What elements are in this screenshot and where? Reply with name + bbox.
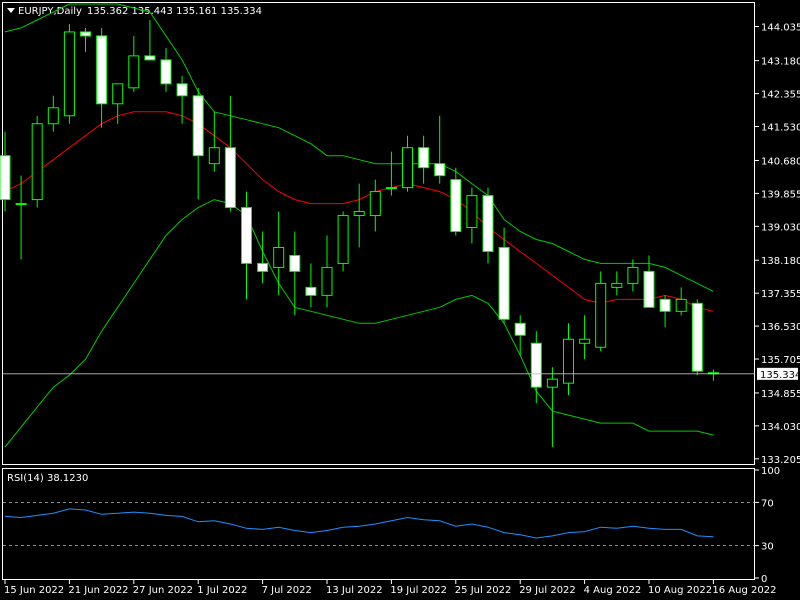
candle-body <box>176 83 188 97</box>
candles <box>0 19 719 448</box>
time-tick-label: 25 Jul 2022 <box>455 585 512 596</box>
candle-body <box>514 322 526 336</box>
price-tick-label: 134.030 <box>761 422 800 433</box>
candle-body <box>144 55 156 61</box>
time-tick-label: 21 Jun 2022 <box>68 585 128 596</box>
price-tick-label: 133.205 <box>761 455 800 466</box>
candle-body <box>434 163 446 177</box>
band-upper-line <box>4 3 714 292</box>
candle-body <box>498 246 510 320</box>
price-tick-label: 134.855 <box>761 389 800 400</box>
candle-body <box>31 123 43 201</box>
price-tick-label: 136.530 <box>761 322 800 333</box>
candle-body <box>482 195 494 252</box>
symbol-dropdown-icon[interactable] <box>7 8 15 13</box>
price-tick-label: 142.355 <box>761 90 800 101</box>
candle-body <box>257 262 269 272</box>
time-tick-label: 13 Jul 2022 <box>326 585 383 596</box>
time-tick-label: 16 Aug 2022 <box>712 585 776 596</box>
candle-body <box>0 155 11 201</box>
candle-body <box>241 207 252 264</box>
price-axis: 144.035 143.180 142.355 141.530 140.680 139.8… <box>755 23 800 466</box>
rsi-tick-label: 70 <box>761 498 774 509</box>
price-tick-label: 141.530 <box>761 123 800 134</box>
candle-body <box>643 270 655 308</box>
price-label: 135.334 <box>760 370 800 381</box>
time-axis: 15 Jun 2022 21 Jun 2022 27 Jun 2022 1 Jul 2… <box>4 580 776 596</box>
rsi-tick-label: 30 <box>761 542 774 553</box>
candle-body <box>659 298 671 312</box>
rsi-indicator: 100 70 30 0 <box>3 466 780 585</box>
rsi-tick-label: 0 <box>761 574 767 585</box>
candle-body <box>112 83 124 105</box>
candle-body <box>289 254 301 272</box>
candle-body <box>450 179 462 233</box>
price-tick-label: 139.030 <box>761 222 800 233</box>
rsi-label: RSI(14) 38.1230 <box>7 473 88 484</box>
candle-body <box>627 266 639 284</box>
candle-body <box>385 187 397 190</box>
candle-body <box>353 211 365 217</box>
rsi-panel-border <box>2 468 755 580</box>
rsi-line <box>4 508 714 539</box>
current-price-line: 135.334 <box>3 367 800 381</box>
chart-title: EURJPY,Daily <box>18 6 82 17</box>
candle-body <box>466 195 478 229</box>
candle-body <box>96 35 108 105</box>
candle-body <box>530 342 542 388</box>
price-tick-label: 140.680 <box>761 156 800 167</box>
candle-body <box>546 378 558 388</box>
candle-body <box>47 107 59 125</box>
candle-body <box>224 147 236 209</box>
candle-body <box>80 31 91 37</box>
price-tick-label: 138.180 <box>761 256 800 267</box>
candle-body <box>192 95 204 157</box>
candle-body <box>273 246 285 268</box>
time-tick-label: 29 Jul 2022 <box>519 585 576 596</box>
price-tick-label: 137.355 <box>761 289 800 300</box>
trading-chart[interactable]: EURJPY,Daily 135.362 135.443 135.161 135… <box>0 0 800 600</box>
candle-body <box>321 266 333 296</box>
candle-body <box>595 282 607 348</box>
candle-body <box>418 147 430 169</box>
time-tick-label: 27 Jun 2022 <box>133 585 193 596</box>
candle-body <box>305 286 317 296</box>
time-tick-label: 1 Jul 2022 <box>197 585 247 596</box>
candle-body <box>208 147 220 165</box>
candle-body <box>579 338 591 344</box>
time-tick-label: 19 Jul 2022 <box>390 585 447 596</box>
candle-body <box>15 203 27 206</box>
price-tick-label: 135.705 <box>761 355 800 366</box>
candle-body <box>160 59 172 85</box>
time-tick-label: 4 Aug 2022 <box>584 585 642 596</box>
price-tick-label: 139.855 <box>761 189 800 200</box>
candle-body <box>563 338 574 384</box>
candle-body <box>337 215 349 264</box>
price-tick-label: 144.035 <box>761 23 800 34</box>
candle-body <box>63 31 75 117</box>
candle-body <box>611 282 623 288</box>
time-tick-label: 15 Jun 2022 <box>4 585 64 596</box>
ohlc-readout: 135.362 135.443 135.161 135.334 <box>87 6 262 17</box>
rsi-tick-label: 100 <box>761 466 780 477</box>
candle-body <box>369 191 381 217</box>
price-tick-label: 143.180 <box>761 57 800 68</box>
candle-body <box>675 298 687 312</box>
candle-body <box>128 55 140 89</box>
time-tick-label: 7 Jul 2022 <box>262 585 312 596</box>
main-panel-border <box>2 2 755 465</box>
candle-body <box>691 302 703 372</box>
time-tick-label: 10 Aug 2022 <box>648 585 712 596</box>
candle-body <box>402 147 413 189</box>
